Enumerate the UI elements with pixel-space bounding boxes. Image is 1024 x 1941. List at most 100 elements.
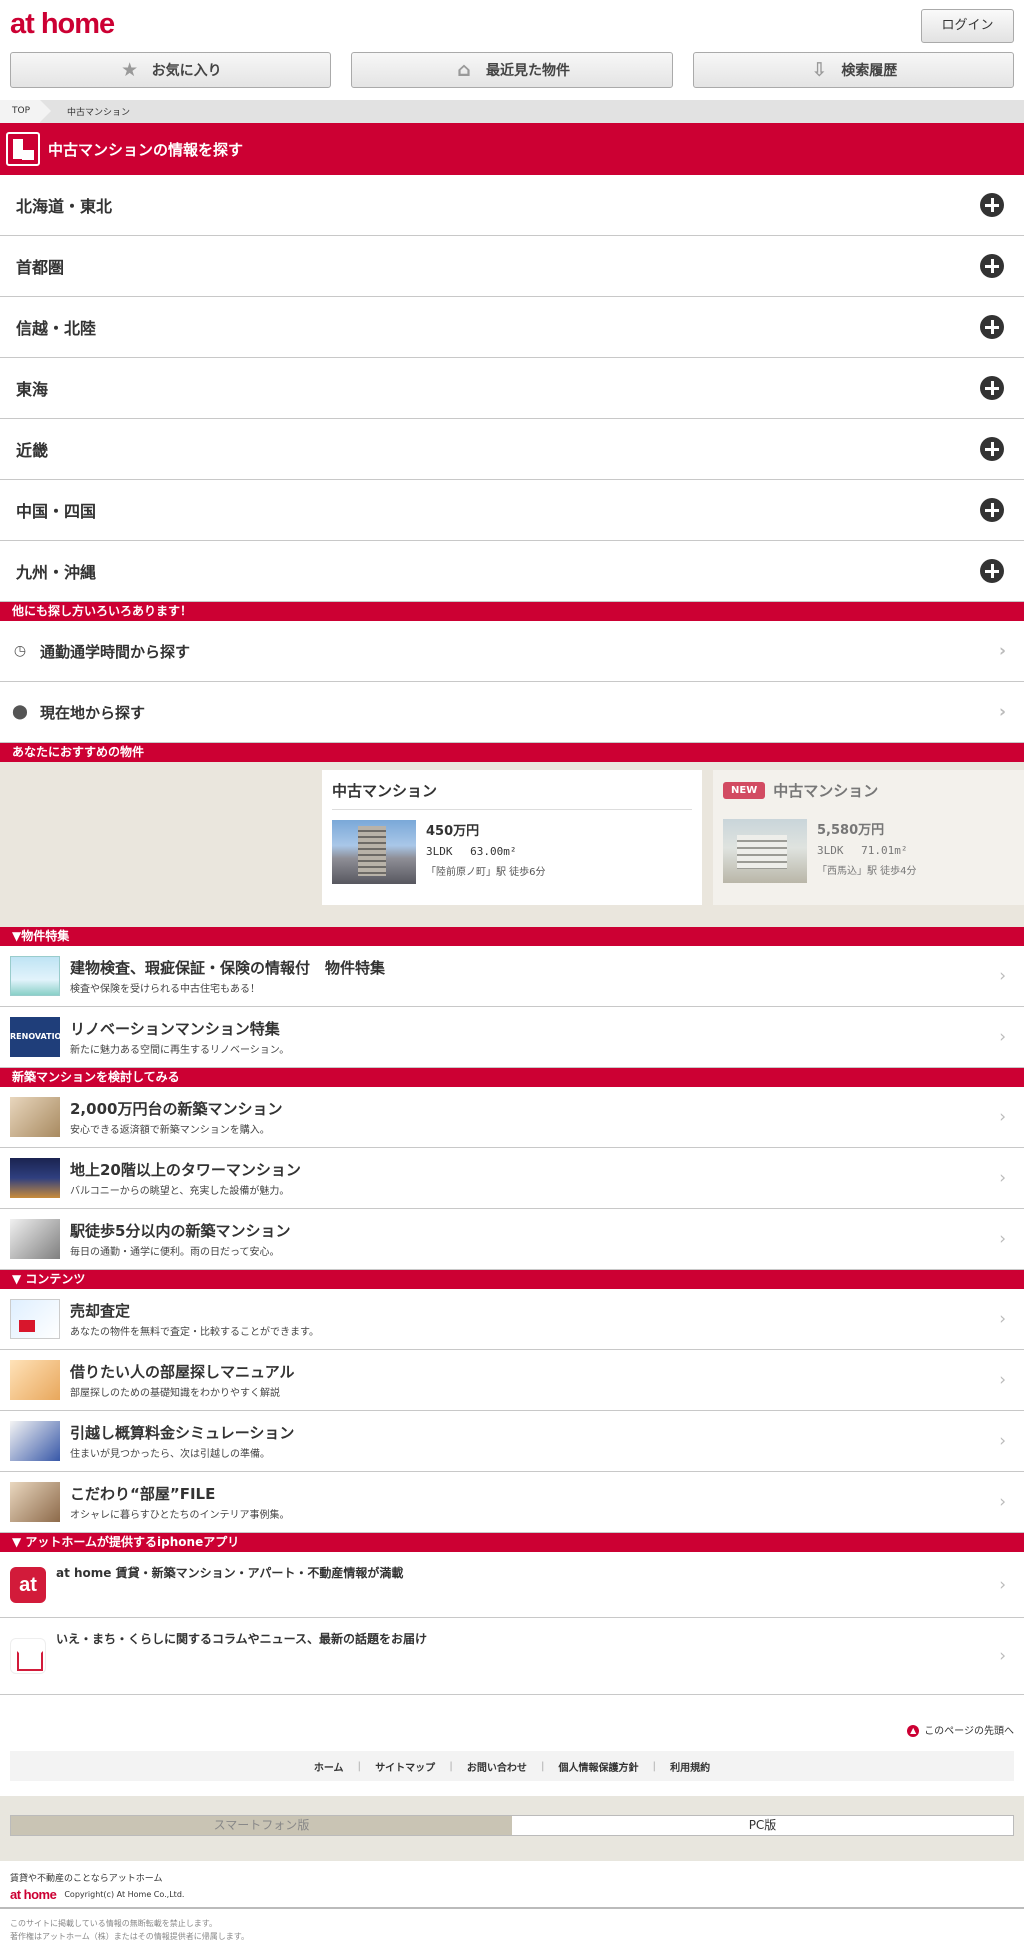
- athome-app-icon: at: [10, 1566, 46, 1603]
- feature-subtitle: 検査や保険を受けられる中古住宅もある！: [70, 984, 260, 995]
- chevron-right-icon: ›: [999, 1370, 1006, 1390]
- region-kyushu-okinawa[interactable]: 九州・沖縄: [0, 541, 1024, 602]
- plus-icon: [980, 559, 1004, 583]
- chevron-right-icon: ›: [999, 1309, 1006, 1329]
- region-chugoku-shikoku[interactable]: 中国・四国: [0, 480, 1024, 541]
- region-label: 中国・四国: [16, 502, 97, 521]
- app-title: いえ・まち・くらしに関するコラムやニュース、最新の話題をお届け: [56, 1632, 428, 1646]
- manual-thumbnail: [10, 1360, 60, 1400]
- plus-icon: [980, 315, 1004, 339]
- region-kinki[interactable]: 近畿: [0, 419, 1024, 480]
- room-file-link[interactable]: こだわり“部屋”FILE オシャレに暮らすひとたちのインテリア事例集。 ›: [0, 1472, 1024, 1533]
- region-shinetsu-hokuriku[interactable]: 信越・北陸: [0, 297, 1024, 358]
- feature-subtitle: 安心できる返済額で新築マンションを購入。: [70, 1125, 270, 1136]
- commute-search-label: 通勤通学時間から探す: [40, 642, 191, 661]
- region-label: 北海道・東北: [16, 197, 113, 216]
- sale-assessment-link[interactable]: 売却査定 あなたの物件を無料で査定・比較することができます。 ›: [0, 1289, 1024, 1350]
- property-type: 中古マンション: [332, 780, 692, 810]
- mansion-icon: [6, 132, 40, 166]
- recently-viewed-button[interactable]: ⌂ 最近見た物件: [351, 52, 673, 88]
- property-station: 「西馬込」駅 徒歩4分: [817, 866, 917, 877]
- smartphone-version-button[interactable]: スマートフォン版: [11, 1816, 512, 1835]
- feature-subtitle: 部屋探しのための基礎知識をわかりやすく解説: [70, 1388, 280, 1399]
- region-label: 東海: [16, 380, 49, 399]
- app-title: at home 賃貸・新築マンション・アパート・不動産情報が満載: [56, 1566, 404, 1580]
- chevron-right-icon: ›: [999, 1431, 1006, 1451]
- current-location-label: 現在地から探す: [40, 703, 146, 722]
- footer-link-terms[interactable]: 利用規約: [670, 1759, 710, 1774]
- property-spec: 3LDK 71.01m²: [817, 844, 908, 857]
- search-history-label: 検索履歴: [841, 63, 898, 79]
- region-shutoken[interactable]: 首都圏: [0, 236, 1024, 297]
- footer-link-sitemap[interactable]: サイトマップ: [375, 1759, 435, 1774]
- plus-icon: [980, 437, 1004, 461]
- athome-logo[interactable]: at home: [10, 8, 115, 41]
- tower-mansion-link[interactable]: 地上20階以上のタワーマンション バルコニーからの眺望と、充実した設備が魅力。 …: [0, 1148, 1024, 1209]
- clock-icon: ◷: [13, 643, 27, 659]
- feature-subtitle: あなたの物件を無料で査定・比較することができます。: [70, 1327, 319, 1338]
- page-title: 中古マンションの情報を探す: [0, 123, 1024, 175]
- other-search-heading: 他にも探し方いろいろあります！: [0, 602, 1024, 621]
- copyright-area: 賃貸や不動産のことならアットホーム at home Copyright(c) A…: [0, 1861, 1024, 1909]
- property-price: 5,580万円: [817, 823, 885, 838]
- moving-cost-simulation-link[interactable]: 引越し概算料金シミュレーション 住まいが見つかったら、次は引越しの準備。 ›: [0, 1411, 1024, 1472]
- download-icon: ⇩: [811, 59, 828, 81]
- notice-line: このサイトに掲載している情報の無断転載を禁止します。: [10, 1919, 217, 1928]
- room-search-manual-link[interactable]: 借りたい人の部屋探しマニュアル 部屋探しのための基礎知識をわかりやすく解説 ›: [0, 1350, 1024, 1411]
- feature-title: 駅徒歩5分以内の新築マンション: [70, 1222, 291, 1240]
- new-mansion-20m-link[interactable]: 2,000万円台の新築マンション 安心できる返済額で新築マンションを購入。 ›: [0, 1087, 1024, 1148]
- feature-subtitle: バルコニーからの眺望と、充実した設備が魅力。: [70, 1186, 290, 1197]
- copyright-text: Copyright(c) At Home Co.,Ltd.: [64, 1890, 185, 1899]
- feature-title: こだわり“部屋”FILE: [70, 1485, 216, 1503]
- login-button[interactable]: ログイン: [921, 9, 1014, 43]
- breadcrumb-top-link[interactable]: TOP: [0, 100, 52, 123]
- pc-version-button[interactable]: PC版: [512, 1816, 1013, 1835]
- region-hokkaido-tohoku[interactable]: 北海道・東北: [0, 175, 1024, 236]
- region-list: 北海道・東北 首都圏 信越・北陸 東海 近畿 中国・四国 九州・沖縄: [0, 175, 1024, 602]
- plus-icon: [980, 498, 1004, 522]
- apps-heading: ▼ アットホームが提供するiphoneアプリ: [0, 1533, 1024, 1552]
- region-label: 近畿: [16, 441, 49, 460]
- house-icon: ⌂: [457, 59, 471, 81]
- athome-app-link[interactable]: at at home 賃貸・新築マンション・アパート・不動産情報が満載 ›: [0, 1552, 1024, 1618]
- property-card[interactable]: 中古マンション 450万円 3LDK 63.00m² 「陸前原ノ町」駅 徒歩6分: [322, 770, 702, 905]
- tower-thumbnail: [10, 1158, 60, 1198]
- feature-inspection-link[interactable]: 建物検査、瑕疵保証・保険の情報付 物件特集 検査や保険を受けられる中古住宅もある…: [0, 946, 1024, 1007]
- quick-nav: ★ お気に入り ⌂ 最近見た物件 ⇩ 検索履歴: [0, 50, 1024, 88]
- version-switcher: スマートフォン版 PC版: [0, 1796, 1024, 1861]
- room-thumbnail: [10, 1097, 60, 1137]
- chevron-right-icon: ›: [999, 1646, 1006, 1666]
- feature-title: リノベーションマンション特集: [70, 1020, 280, 1038]
- chevron-right-icon: ›: [998, 641, 1006, 661]
- search-history-button[interactable]: ⇩ 検索履歴: [692, 52, 1014, 88]
- footer-link-contact[interactable]: お問い合わせ: [467, 1759, 527, 1774]
- footer-link-privacy[interactable]: 個人情報保護方針: [559, 1759, 639, 1774]
- region-label: 九州・沖縄: [16, 563, 97, 582]
- ie-machi-app-link[interactable]: いえ・まち・くらしに関するコラムやニュース、最新の話題をお届け ›: [0, 1618, 1024, 1695]
- current-location-search-link[interactable]: ⬤ 現在地から探す ›: [0, 682, 1024, 743]
- property-spec: 3LDK 63.00m²: [426, 845, 517, 858]
- page-top-link[interactable]: ▲ このページの先頭へ: [0, 1695, 1024, 1737]
- region-tokai[interactable]: 東海: [0, 358, 1024, 419]
- feature-title: 地上20階以上のタワーマンション: [70, 1161, 301, 1179]
- chevron-right-icon: ›: [998, 702, 1006, 722]
- property-type-text: 中古マンション: [332, 782, 438, 800]
- footer-links: ホーム | サイトマップ | お問い合わせ | 個人情報保護方針 | 利用規約: [10, 1751, 1014, 1781]
- footer-logo: at home: [10, 1887, 57, 1902]
- recently-viewed-label: 最近見た物件: [485, 63, 570, 79]
- recommended-carousel[interactable]: 中古マンション 450万円 3LDK 63.00m² 「陸前原ノ町」駅 徒歩6分…: [0, 762, 1024, 927]
- property-price: 450万円: [426, 824, 480, 839]
- favorites-button[interactable]: ★ お気に入り: [10, 52, 332, 88]
- chevron-right-icon: ›: [999, 1168, 1006, 1188]
- property-photo: [723, 819, 807, 883]
- breadcrumb-current: 中古マンション: [67, 108, 131, 118]
- region-label: 信越・北陸: [16, 319, 97, 338]
- commute-search-link[interactable]: ◷ 通勤通学時間から探す ›: [0, 621, 1024, 682]
- house-thumbnail: [10, 956, 60, 996]
- feature-renovation-link[interactable]: RENOVATION リノベーションマンション特集 新たに魅力ある空間に再生する…: [0, 1007, 1024, 1068]
- feature-title: 売却査定: [70, 1302, 131, 1320]
- station-walk-link[interactable]: 駅徒歩5分以内の新築マンション 毎日の通勤・通学に便利。雨の日だって安心。 ›: [0, 1209, 1024, 1270]
- page-top-label: このページの先頭へ: [924, 1726, 1014, 1737]
- footer-link-home[interactable]: ホーム: [314, 1759, 344, 1774]
- property-card[interactable]: NEW 中古マンション 5,580万円 3LDK 71.01m² 「西馬込」駅 …: [713, 770, 1024, 905]
